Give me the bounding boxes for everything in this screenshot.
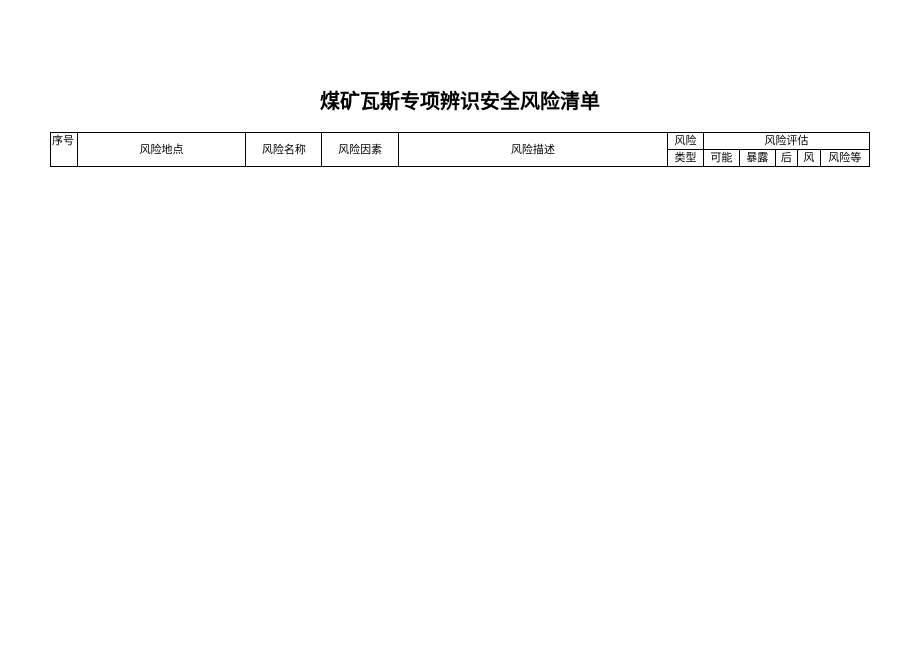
header-exposure: 暴露: [739, 150, 775, 167]
header-risk-top: 风险: [668, 133, 704, 150]
table-header-row-1: 序号 风险地点 风险名称 风险因素 风险描述 风险 风险评估: [51, 133, 870, 150]
header-possible: 可能: [703, 150, 739, 167]
header-seq: 序号: [51, 133, 78, 167]
header-type: 类型: [668, 150, 704, 167]
header-location: 风险地点: [77, 133, 245, 167]
header-after: 后: [775, 150, 797, 167]
header-name: 风险名称: [246, 133, 322, 167]
risk-table: 序号 风险地点 风险名称 风险因素 风险描述 风险 风险评估 类型 可能 暴露 …: [50, 132, 870, 167]
header-risk-level: 风险等: [820, 150, 869, 167]
header-factor: 风险因素: [322, 133, 398, 167]
header-wind: 风: [798, 150, 820, 167]
document-title: 煤矿瓦斯专项辨识安全风险清单: [50, 85, 870, 114]
document-container: 煤矿瓦斯专项辨识安全风险清单 序号 风险地点 风险名称 风险因素 风险描述 风险…: [0, 0, 920, 167]
header-assessment-group: 风险评估: [703, 133, 869, 150]
header-desc: 风险描述: [398, 133, 667, 167]
